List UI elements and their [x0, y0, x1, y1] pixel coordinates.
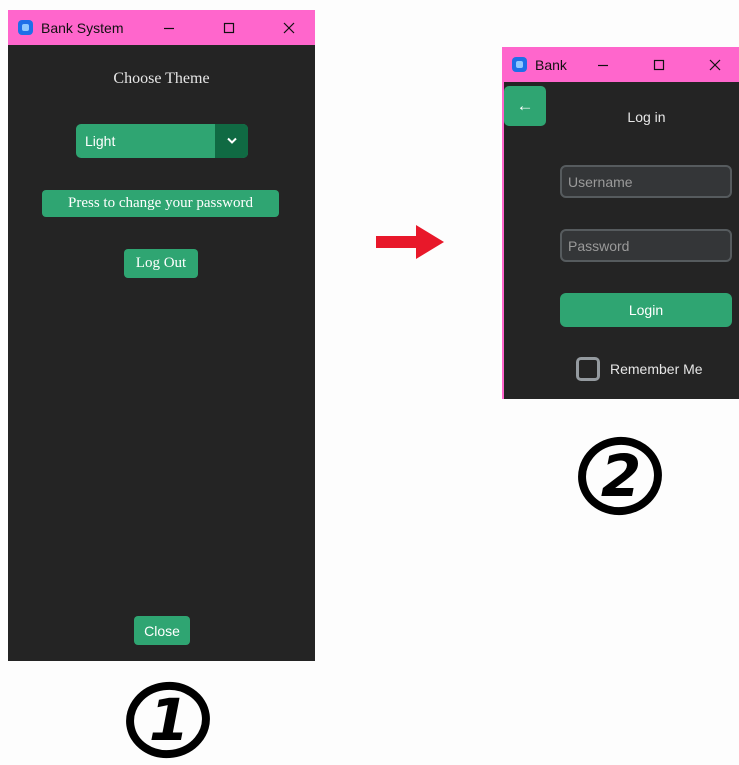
password-field[interactable]	[560, 229, 732, 262]
login-title: Log in	[627, 109, 666, 125]
maximize-icon[interactable]	[206, 10, 251, 45]
bank-login-window: Bank ← Log in Login Remember Me	[502, 47, 739, 399]
title-bar[interactable]: Bank	[504, 47, 739, 82]
bank-system-window: Bank System Choose Theme Light Press to …	[8, 10, 315, 661]
remember-me-checkbox[interactable]: Remember Me	[576, 357, 703, 381]
chevron-down-icon[interactable]	[215, 124, 248, 158]
theme-dropdown[interactable]: Light	[76, 124, 248, 158]
title-bar[interactable]: Bank System	[8, 10, 315, 45]
maximize-icon[interactable]	[636, 47, 681, 82]
logout-button[interactable]: Log Out	[124, 249, 198, 278]
step-one-number: 1	[149, 686, 189, 754]
password-input[interactable]	[562, 231, 730, 260]
step-two-badge: 2	[578, 436, 662, 516]
username-field[interactable]	[560, 165, 732, 198]
theme-dropdown-value: Light	[85, 133, 116, 149]
step-one-badge: 1	[126, 681, 210, 759]
app-icon	[18, 20, 33, 35]
arrow-right-icon	[376, 225, 444, 259]
remember-me-label: Remember Me	[610, 361, 703, 377]
step-two-number: 2	[601, 442, 641, 510]
username-input[interactable]	[562, 167, 730, 196]
close-button[interactable]: Close	[134, 616, 190, 645]
window-title: Bank System	[41, 19, 124, 36]
choose-theme-label: Choose Theme	[113, 70, 210, 87]
app-icon	[512, 57, 527, 72]
minimize-icon[interactable]	[146, 10, 191, 45]
close-icon[interactable]	[266, 10, 311, 45]
change-password-button[interactable]: Press to change your password	[42, 190, 279, 217]
minimize-icon[interactable]	[580, 47, 625, 82]
window-title: Bank	[535, 56, 567, 73]
checkbox-box[interactable]	[576, 357, 600, 381]
close-icon[interactable]	[692, 47, 737, 82]
login-button[interactable]: Login	[560, 293, 732, 327]
